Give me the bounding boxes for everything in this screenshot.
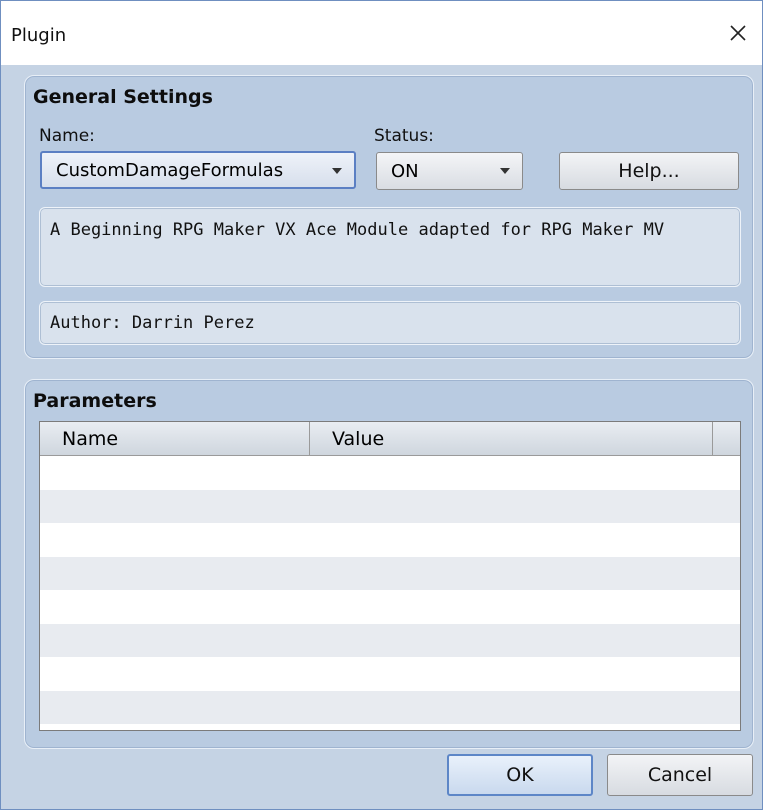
table-row[interactable] [40, 456, 740, 490]
status-dropdown[interactable]: ON [376, 152, 523, 190]
cancel-button[interactable]: Cancel [607, 754, 753, 796]
window-title: Plugin [11, 25, 67, 46]
name-dropdown-value: CustomDamageFormulas [56, 159, 284, 181]
author-text: Author: Darrin Perez [50, 313, 255, 333]
status-dropdown-value: ON [391, 160, 419, 182]
description-text: A Beginning RPG Maker VX Ace Module adap… [50, 220, 665, 240]
description-box: A Beginning RPG Maker VX Ace Module adap… [39, 207, 741, 287]
general-settings-title: General Settings [33, 86, 213, 108]
dialog-body: General Settings Name: Status: CustomDam… [1, 65, 762, 809]
title-bar: Plugin [1, 1, 762, 65]
table-body [40, 456, 740, 724]
name-label: Name: [39, 126, 95, 146]
table-row[interactable] [40, 690, 740, 724]
help-button[interactable]: Help... [559, 152, 739, 190]
status-label: Status: [374, 126, 434, 146]
table-row[interactable] [40, 556, 740, 590]
table-header: Name Value [40, 422, 740, 456]
parameters-table: Name Value [39, 421, 741, 731]
chevron-down-icon [332, 168, 342, 174]
chevron-down-icon [500, 168, 510, 174]
column-header-value[interactable]: Value [310, 422, 713, 455]
table-row[interactable] [40, 489, 740, 523]
close-button[interactable] [722, 17, 754, 49]
general-settings-group: General Settings Name: Status: CustomDam… [24, 75, 754, 359]
column-header-filler [713, 422, 740, 455]
table-row[interactable] [40, 657, 740, 691]
plugin-dialog: Plugin General Settings Name: Status: Cu… [0, 0, 763, 810]
parameters-title: Parameters [33, 390, 157, 412]
table-row[interactable] [40, 623, 740, 657]
close-icon [730, 25, 746, 41]
name-dropdown[interactable]: CustomDamageFormulas [40, 151, 356, 189]
ok-button[interactable]: OK [447, 754, 593, 796]
table-row[interactable] [40, 523, 740, 557]
column-header-name[interactable]: Name [40, 422, 310, 455]
table-row[interactable] [40, 590, 740, 624]
author-box: Author: Darrin Perez [39, 301, 741, 345]
